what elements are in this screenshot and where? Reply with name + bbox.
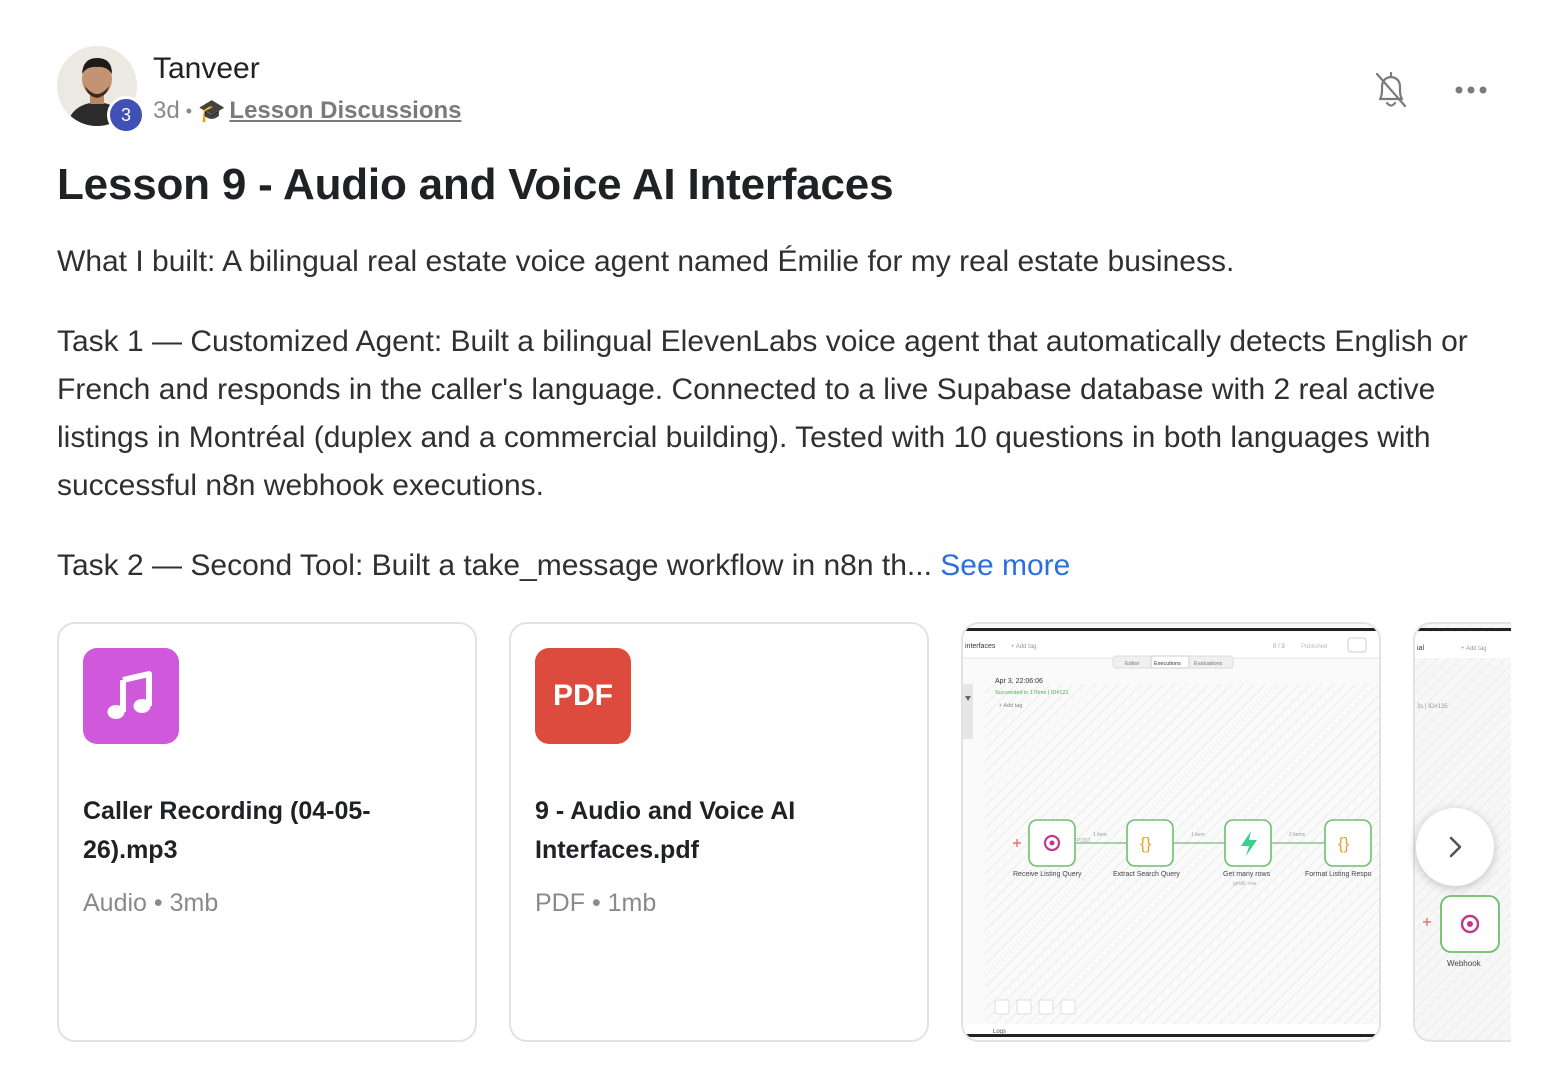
level-badge: 3 bbox=[107, 96, 145, 134]
workflow-node-sub: getAll: row bbox=[1233, 881, 1257, 887]
shot2-node-label: Webhook bbox=[1447, 959, 1482, 968]
attachment-meta: Audio • 3mb bbox=[83, 889, 219, 917]
audio-attachment-card[interactable]: Caller Recording (04-05-26).mp3 Audio • … bbox=[57, 622, 477, 1042]
workflow-node-label: Extract Search Query bbox=[1113, 871, 1180, 878]
shot2-tab-label: ial bbox=[1417, 645, 1424, 652]
post-meta: 3d • 🎓 Lesson Discussions bbox=[153, 97, 462, 125]
post-paragraph: Task 1 — Customized Agent: Built a bilin… bbox=[57, 325, 1468, 502]
music-note-icon bbox=[83, 648, 179, 744]
see-more-link[interactable]: See more bbox=[940, 549, 1070, 582]
svg-text:{}: {} bbox=[1140, 834, 1152, 853]
workflow-node-code: {} bbox=[1126, 819, 1174, 867]
workflow-node-supabase bbox=[1224, 819, 1272, 867]
shot-add-tag: + Add tag bbox=[1011, 644, 1037, 650]
graduation-cap-icon: 🎓 bbox=[198, 98, 226, 123]
pdf-attachment-card[interactable]: PDF 9 - Audio and Voice AI Interfaces.pd… bbox=[509, 622, 929, 1042]
post-time: 3d bbox=[153, 97, 180, 124]
author-avatar[interactable]: 3 bbox=[57, 46, 145, 134]
attachment-name: 9 - Audio and Voice AI Interfaces.pdf bbox=[535, 797, 796, 864]
post-paragraph-truncated: Task 2 — Second Tool: Built a take_messa… bbox=[57, 542, 1517, 590]
author-name[interactable]: Tanveer bbox=[153, 52, 260, 86]
shot-tab-editor: Editor bbox=[1125, 661, 1140, 667]
shot-published: Published bbox=[1301, 644, 1327, 650]
shot-exec-status: Succeeded in 176ms | ID#121 bbox=[995, 690, 1069, 696]
workflow-node-label: Get many rows bbox=[1223, 871, 1271, 878]
shot2-exec-id: 3s | ID#135 bbox=[1417, 704, 1448, 710]
workflow-edge-label: 1 item bbox=[1093, 832, 1107, 838]
workflow-node-label: Receive Listing Query bbox=[1013, 871, 1082, 878]
shot-add-tag-2: + Add tag bbox=[999, 703, 1022, 709]
chevron-right-icon bbox=[1449, 836, 1462, 858]
workflow-edge-label: 2 items bbox=[1289, 832, 1306, 838]
shot-exec-time: Apr 3, 22:06:06 bbox=[995, 678, 1043, 685]
workflow-node-code-2: {} bbox=[1324, 819, 1372, 867]
workflow-node-label: Format Listing Respo bbox=[1305, 871, 1372, 878]
svg-text:{}: {} bbox=[1338, 834, 1350, 853]
attachment-name: Caller Recording (04-05-26).mp3 bbox=[83, 797, 371, 864]
workflow-edge-label: 1 item bbox=[1191, 832, 1205, 838]
shot-tab-executions: Executions bbox=[1154, 661, 1181, 667]
shot-counter: 0 / 3 bbox=[1273, 644, 1285, 650]
shot-tab-label: interfaces bbox=[965, 643, 996, 650]
shot2-add-tag: + Add tag bbox=[1461, 646, 1487, 652]
pdf-icon: PDF bbox=[535, 648, 631, 744]
image-attachment-workflow[interactable]: interfaces + Add tag 0 / 3 Published Edi… bbox=[961, 622, 1381, 1042]
attachment-meta: PDF • 1mb bbox=[535, 889, 657, 917]
category-link[interactable]: Lesson Discussions bbox=[229, 97, 461, 125]
carousel-next-button[interactable] bbox=[1416, 808, 1494, 886]
post-header: 3 Tanveer 3d • 🎓 Lesson Discussions bbox=[57, 44, 1497, 134]
shot-tab-evaluations: Evaluations bbox=[1194, 661, 1223, 667]
meta-separator: • bbox=[185, 100, 193, 121]
post-title[interactable]: Lesson 9 - Audio and Voice AI Interfaces bbox=[57, 160, 894, 210]
post-paragraph: What I built: A bilingual real estate vo… bbox=[57, 245, 1235, 278]
more-options-icon[interactable] bbox=[1451, 76, 1491, 104]
carousel-edge bbox=[1511, 600, 1564, 1060]
paragraph-text: Task 2 — Second Tool: Built a take_messa… bbox=[57, 549, 932, 582]
notification-bell-off-icon[interactable] bbox=[1371, 68, 1411, 112]
shot-logs: Logs bbox=[993, 1029, 1006, 1035]
workflow-node-webhook bbox=[1028, 819, 1076, 867]
